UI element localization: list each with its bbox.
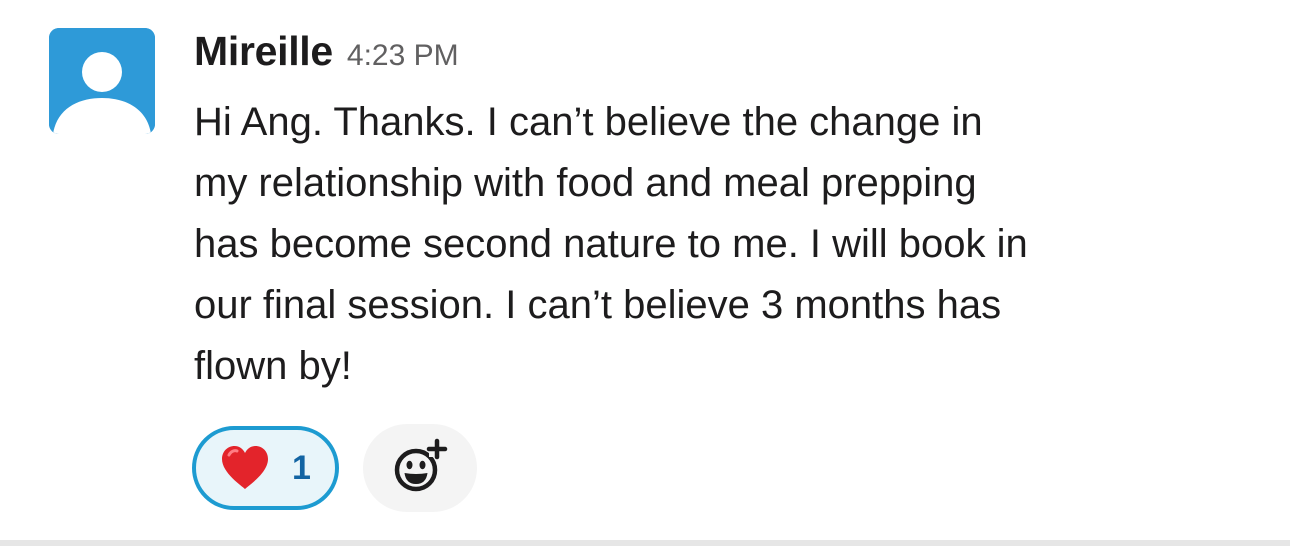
reaction-bar: 1 [192,424,477,512]
message-timestamp[interactable]: 4:23 PM [347,39,459,73]
avatar[interactable] [49,28,155,134]
message-header: Mireille 4:23 PM [194,28,1264,90]
add-reaction-smiley-icon [394,438,448,492]
user-avatar-icon [49,28,155,134]
bottom-divider [0,540,1290,546]
reaction-count: 1 [292,448,311,487]
message: Mireille 4:23 PM Hi Ang. Thanks. I can’t… [0,0,1290,546]
sender-name[interactable]: Mireille [194,28,333,75]
message-content: Mireille 4:23 PM Hi Ang. Thanks. I can’t… [194,28,1264,397]
message-text: Hi Ang. Thanks. I can’t believe the chan… [194,100,1028,388]
reaction-heart-button[interactable]: 1 [192,426,339,510]
red-heart-icon [220,445,270,491]
add-reaction-button[interactable] [363,424,477,512]
